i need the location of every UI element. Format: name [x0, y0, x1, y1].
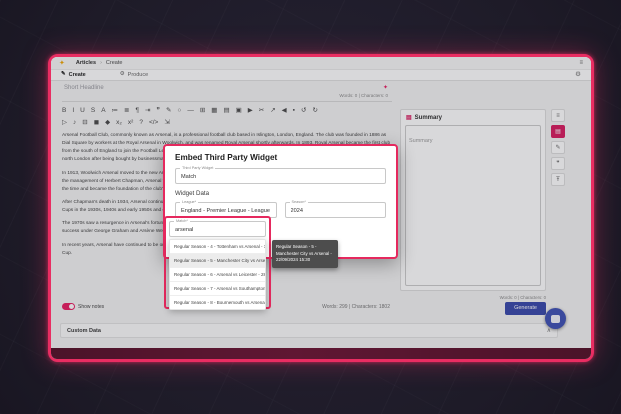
match-field[interactable]: Match* arsenal — [169, 221, 266, 237]
third-party-widget-label: Third Party Widget — [180, 166, 215, 170]
screenshot-frame: ✦ Articles › Create ≡ ✎ Create ⚙ Produce… — [48, 54, 594, 362]
dropdown-option[interactable]: Regular Season - 6 - Arsenal vs Leiceste… — [170, 268, 265, 282]
modal-title: Embed Third Party Widget — [175, 153, 386, 162]
match-field-highlight: Match* arsenal Regular Season - 4 - Tott… — [164, 216, 271, 309]
league-value: England - Premier League - League — [181, 208, 271, 214]
desktop-background: ✦ Articles › Create ≡ ✎ Create ⚙ Produce… — [0, 0, 621, 414]
season-value: 2024 — [291, 208, 381, 214]
season-label: Season* — [290, 200, 308, 204]
season-field[interactable]: Season* 2024 — [285, 202, 387, 218]
app-window: ✦ Articles › Create ≡ ✎ Create ⚙ Produce… — [51, 57, 591, 359]
match-value: arsenal — [175, 227, 260, 233]
option-tooltip: Regular Season - 5 - Manchester City vs … — [272, 240, 338, 268]
dropdown-option[interactable]: Regular Season - 7 - Arsenal vs Southamp… — [170, 282, 265, 296]
match-label: Match* — [174, 219, 190, 223]
third-party-widget-value: Match — [181, 174, 380, 180]
match-dropdown: Regular Season - 4 - Tottenham vs Arsena… — [169, 239, 266, 310]
league-label: League* — [180, 200, 198, 204]
dropdown-option[interactable]: Regular Season - 5 - Manchester City vs … — [170, 254, 265, 268]
dropdown-option[interactable]: Regular Season - 4 - Tottenham vs Arsena… — [170, 240, 265, 254]
dropdown-option[interactable]: Regular Season - 8 - Bournemouth vs Arse… — [170, 296, 265, 309]
third-party-widget-field[interactable]: Third Party Widget Match — [175, 168, 386, 184]
widget-data-section-title: Widget Data — [175, 190, 386, 197]
